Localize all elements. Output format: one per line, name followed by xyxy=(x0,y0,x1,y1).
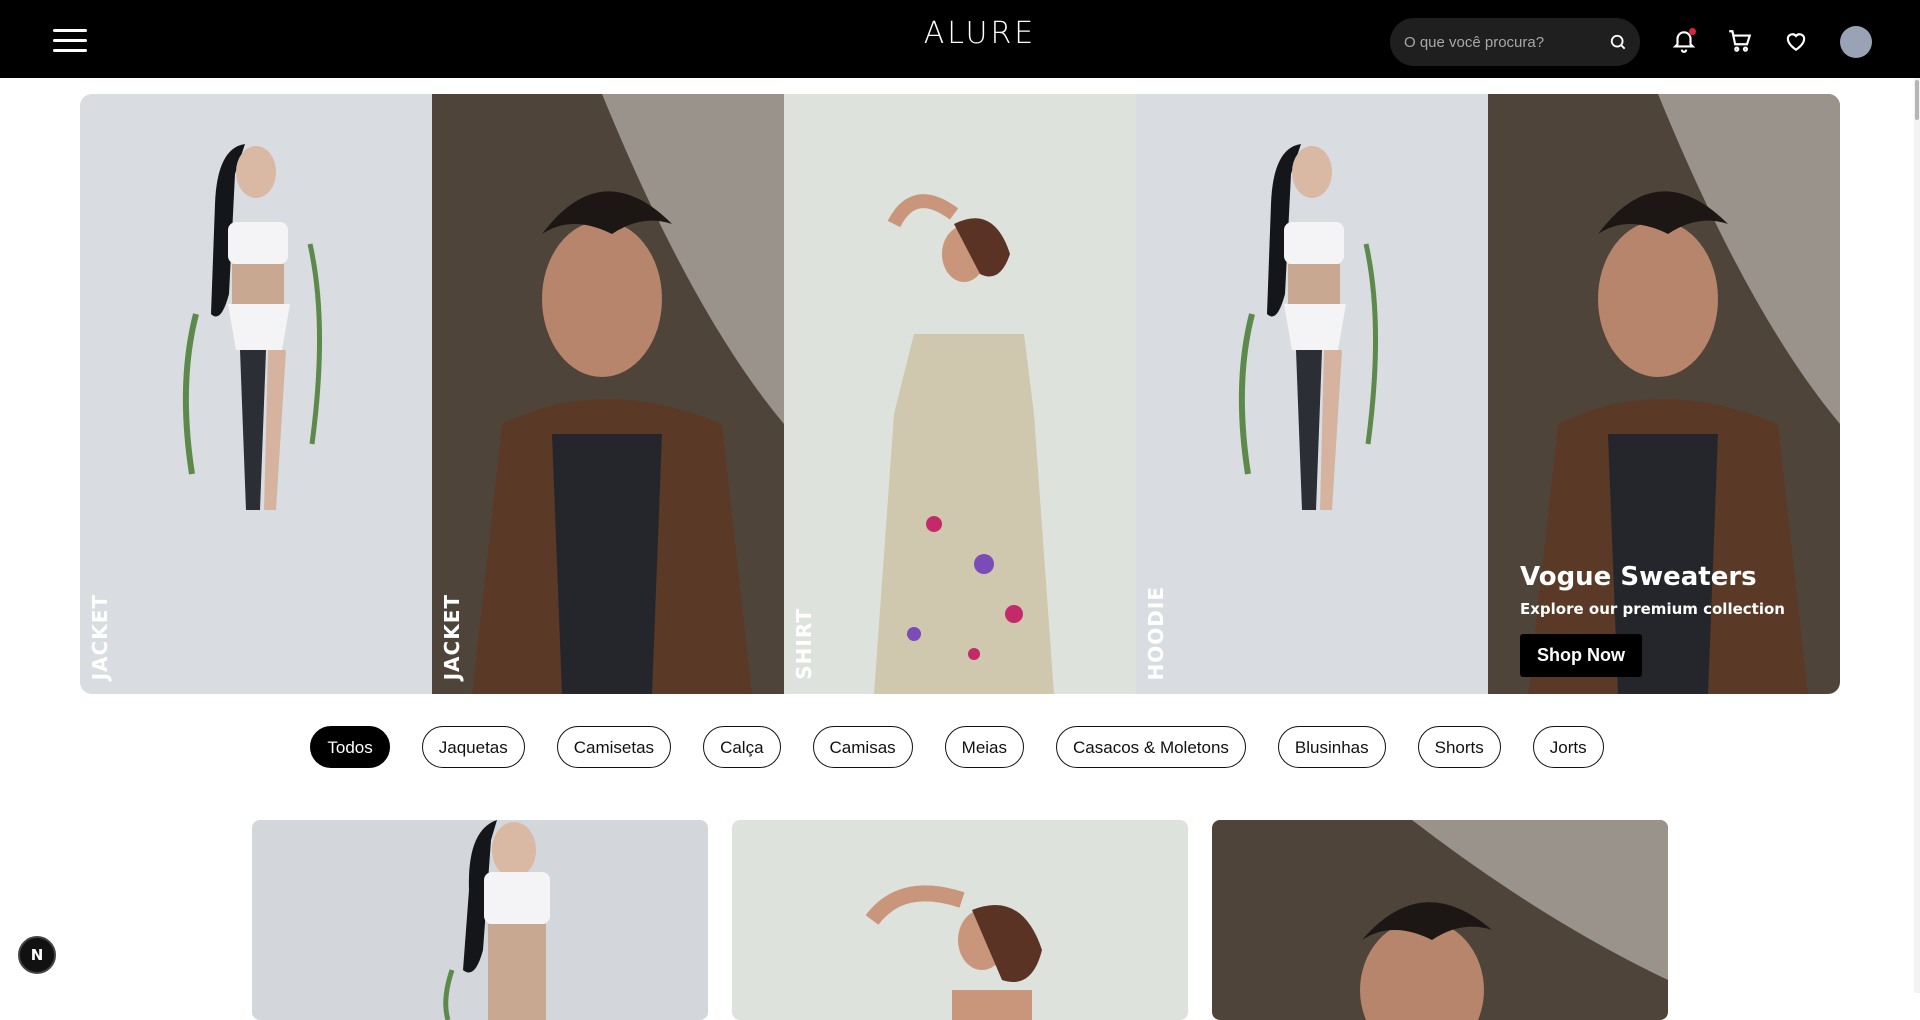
dev-tools-badge[interactable]: N xyxy=(18,936,56,974)
brand-logo[interactable]: ALURE xyxy=(880,16,1080,51)
product-grid xyxy=(252,820,1668,1020)
product-card[interactable] xyxy=(732,820,1188,1020)
product-card[interactable] xyxy=(252,820,708,1020)
hero-panel-shirt[interactable]: SHIRT xyxy=(784,94,1136,694)
page-scrollbar[interactable] xyxy=(1914,78,1920,993)
bell-icon[interactable] xyxy=(1671,28,1697,54)
hero-panel-hoodie[interactable]: HOODIE xyxy=(1136,94,1488,694)
featured-subtitle: Explore our premium collection xyxy=(1520,600,1785,618)
filter-chip-jaquetas[interactable]: Jaquetas xyxy=(421,726,525,768)
filter-chip-camisetas[interactable]: Camisetas xyxy=(556,726,672,768)
featured-title: Vogue Sweaters xyxy=(1520,562,1757,592)
hero-image xyxy=(784,94,1136,694)
filter-chip-calca[interactable]: Calça xyxy=(703,726,781,768)
filter-chip-meias[interactable]: Meias xyxy=(944,726,1025,768)
avatar[interactable] xyxy=(1840,26,1872,58)
hero-panel-jacket[interactable]: JACKET xyxy=(432,94,784,694)
search-icon[interactable] xyxy=(1608,32,1628,52)
hero-panel-featured[interactable]: Vogue Sweaters Explore our premium colle… xyxy=(1488,94,1840,694)
product-image xyxy=(1212,820,1668,1020)
panel-label: SHIRT xyxy=(792,608,816,680)
filter-chip-shorts[interactable]: Shorts xyxy=(1417,726,1501,768)
panel-label: JACKET xyxy=(88,593,112,680)
search-bar xyxy=(1390,18,1640,66)
search-input[interactable] xyxy=(1404,18,1594,66)
product-card[interactable] xyxy=(1212,820,1668,1020)
product-image xyxy=(252,820,708,1020)
notification-dot xyxy=(1689,28,1696,35)
hero-image xyxy=(432,94,784,694)
product-image xyxy=(732,820,1188,1020)
menu-icon[interactable] xyxy=(53,27,90,53)
hero-carousel: JACKET JACKET SHIRT HOODIE Vogue Sweater… xyxy=(80,94,1840,694)
panel-label: HOODIE xyxy=(1144,585,1168,680)
panel-label: JACKET xyxy=(440,593,464,680)
top-header: ALURE xyxy=(0,0,1920,78)
hero-panel-jacket[interactable]: JACKET xyxy=(80,94,432,694)
filter-chip-casacos-moletons[interactable]: Casacos & Moletons xyxy=(1056,726,1246,768)
filter-chip-blusinhas[interactable]: Blusinhas xyxy=(1277,726,1386,768)
filter-chip-jorts[interactable]: Jorts xyxy=(1532,726,1604,768)
heart-icon[interactable] xyxy=(1783,28,1809,54)
category-filters: Todos Jaquetas Camisetas Calça Camisas M… xyxy=(0,726,1914,768)
scrollbar-thumb[interactable] xyxy=(1915,80,1919,120)
cart-icon[interactable] xyxy=(1727,28,1753,54)
shop-now-button[interactable]: Shop Now xyxy=(1520,634,1642,677)
hero-image xyxy=(1136,94,1488,694)
filter-chip-todos[interactable]: Todos xyxy=(310,726,390,768)
hero-image xyxy=(80,94,432,694)
filter-chip-camisas[interactable]: Camisas xyxy=(812,726,913,768)
